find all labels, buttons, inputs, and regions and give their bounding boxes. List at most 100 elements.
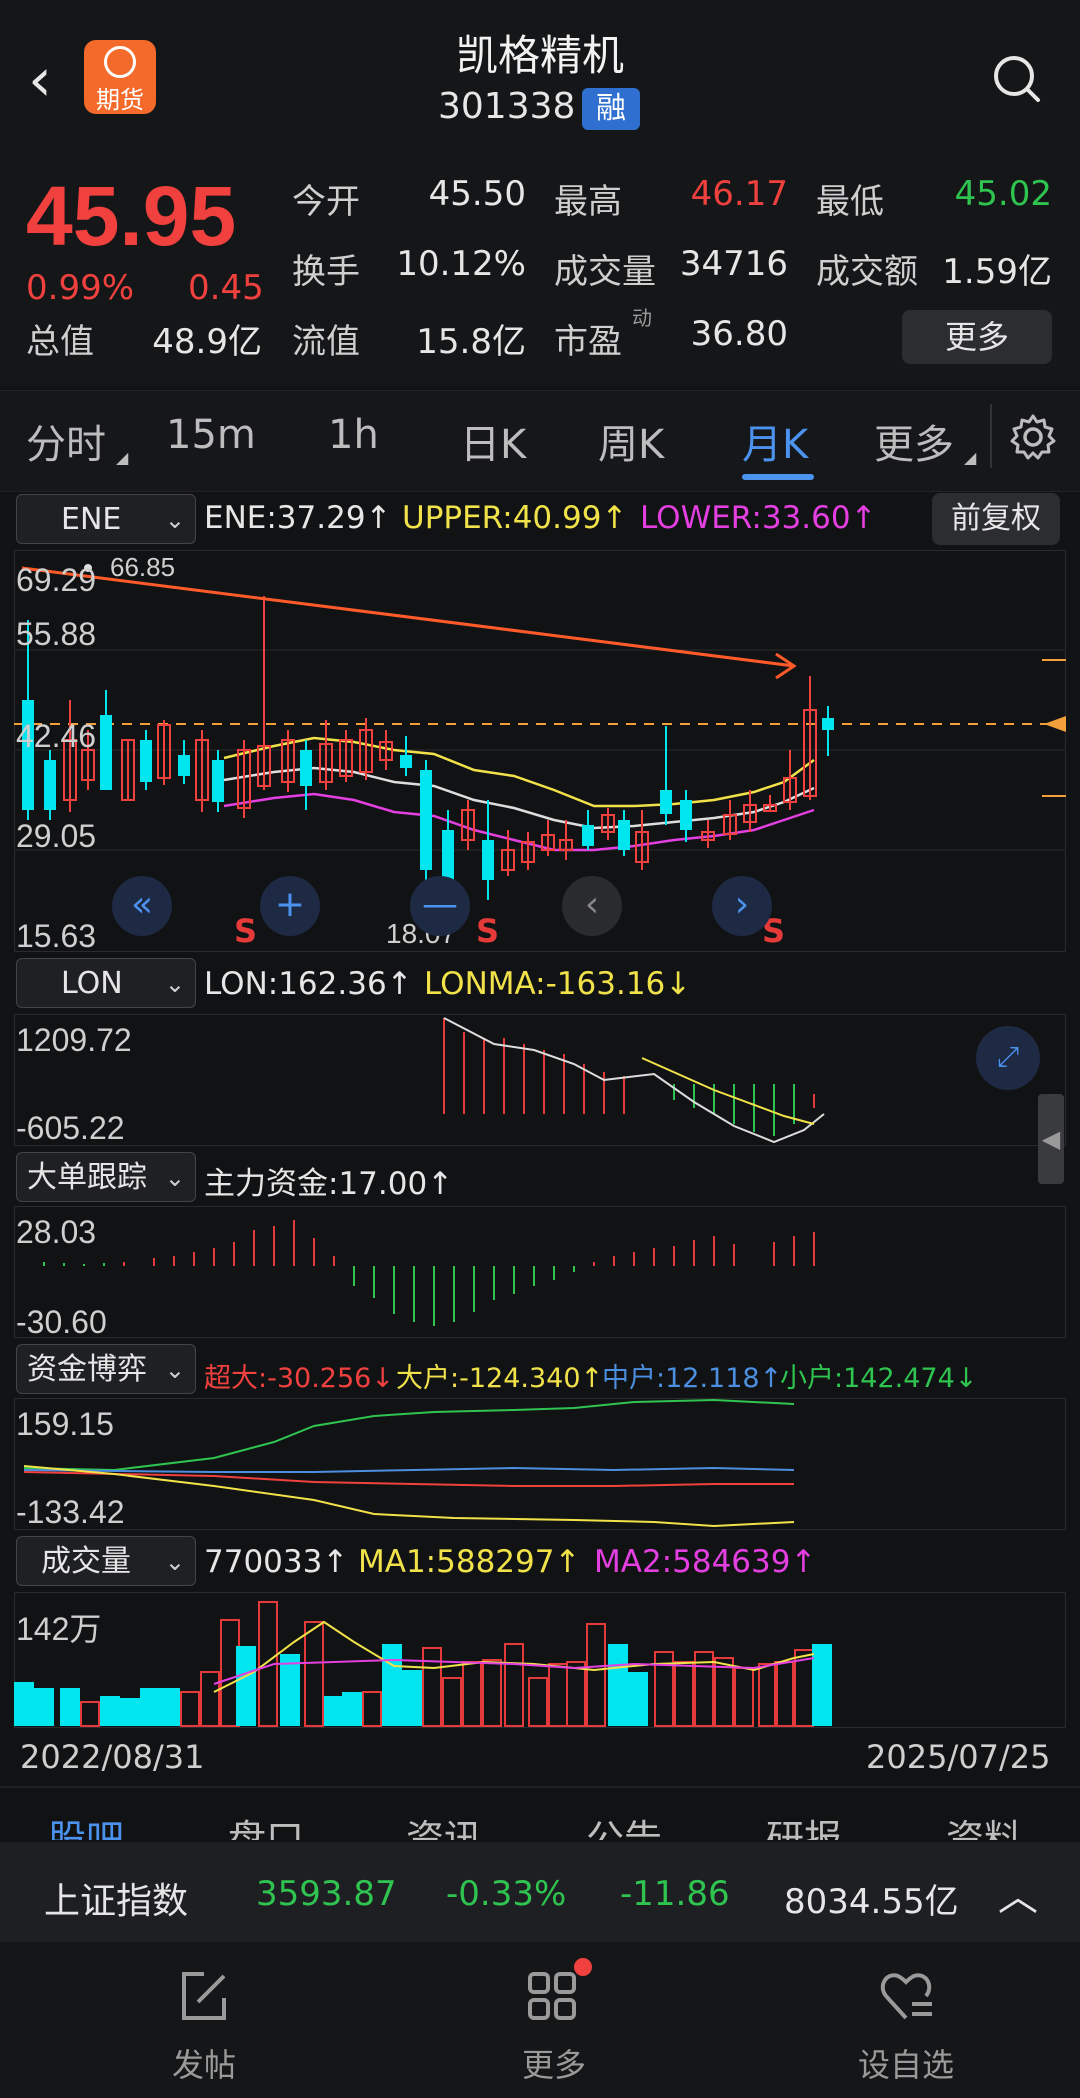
search-icon[interactable] (990, 52, 1042, 104)
low-value: 45.02 (954, 174, 1052, 214)
volume-current: 770033↑ (204, 1544, 349, 1580)
zoom-out-icon[interactable]: — (410, 876, 470, 936)
tab-profile[interactable]: 资料 (946, 1808, 1022, 1840)
volume-chart (14, 1601, 832, 1727)
high-mark-label: 66.85 (110, 552, 176, 582)
tab-intraday[interactable]: 分时 (26, 412, 106, 470)
gear-icon[interactable] (1008, 412, 1058, 462)
tab-announcement[interactable]: 公告 (586, 1808, 662, 1840)
pe-dynamic-mark: 动 (632, 306, 652, 330)
pe-label: 市盈 (554, 322, 622, 362)
grid-icon[interactable] (522, 1966, 582, 2026)
fund-game-chart (23, 1398, 795, 1528)
lon-axis-bottom: -605.22 (16, 1110, 125, 1146)
ene-axis-2: 55.88 (16, 616, 97, 652)
content-tabs: 股吧 盘口 资讯 公告 研报 资料 (0, 1790, 1080, 1840)
game-axis-bottom: -133.42 (16, 1494, 125, 1530)
start-date: 2022/08/31 (20, 1738, 205, 1776)
ene-axis-5: 15.63 (16, 918, 97, 954)
big-order-selector[interactable]: 大单跟踪 ⌄ (16, 1152, 196, 1202)
volume-label: 成交量 (554, 252, 656, 292)
tab-weekly[interactable]: 周K (598, 412, 664, 470)
fund-game-selector[interactable]: 资金博弈 ⌄ (16, 1344, 196, 1394)
ene-axis-4: 29.05 (16, 818, 97, 854)
active-tab-indicator (742, 474, 814, 480)
big-order-chart (43, 1220, 815, 1326)
nav-watchlist[interactable]: 设自选 (826, 2040, 986, 2086)
heart-list-icon[interactable] (876, 1966, 936, 2026)
chevron-right-icon[interactable]: › (712, 876, 772, 936)
more-quote-button[interactable]: 更多 (902, 310, 1052, 364)
ene-selector[interactable]: ENE ⌄ (16, 494, 196, 544)
amount-value: 1.59亿 (942, 252, 1052, 292)
total-cap-value: 48.9亿 (152, 322, 262, 362)
turnover-value: 10.12% (396, 244, 526, 284)
sell-signal-2: S (476, 912, 500, 950)
open-label: 今开 (292, 182, 360, 222)
tab-guba[interactable]: 股吧 (48, 1808, 124, 1840)
float-cap-label: 流值 (292, 322, 360, 362)
chevron-down-icon: ⌄ (164, 506, 185, 534)
tab-divider (990, 404, 992, 468)
last-price: 45.95 (26, 169, 237, 263)
ene-axis-3: 42.46 (16, 718, 97, 754)
rewind-icon[interactable]: « (112, 876, 172, 936)
stock-code: 301338 (438, 86, 576, 127)
amount-label: 成交额 (816, 252, 918, 292)
low-label: 最低 (816, 182, 884, 222)
nav-post[interactable]: 发帖 (124, 2040, 284, 2086)
fullscreen-icon[interactable]: ⤢ (976, 1026, 1040, 1090)
lon-axis-top: 1209.72 (16, 1022, 132, 1058)
chevron-down-icon: ⌄ (164, 970, 185, 998)
lon-selector[interactable]: LON ⌄ (16, 958, 196, 1008)
volume-value: 34716 (679, 244, 788, 284)
big-axis-top: 28.03 (16, 1214, 97, 1250)
main-capital-value: 主力资金:17.00↑ (204, 1166, 454, 1202)
adjust-button[interactable]: 前复权 (932, 493, 1060, 545)
open-value: 45.50 (428, 174, 526, 214)
volume-selector[interactable]: 成交量 ⌄ (16, 1536, 196, 1586)
lon-value: LON:162.36↑ (204, 966, 413, 1002)
kline-chart (14, 564, 1066, 900)
tab-monthly[interactable]: 月K (742, 412, 808, 470)
float-cap-value: 15.8亿 (416, 322, 526, 362)
end-date: 2025/07/25 (866, 1738, 1051, 1776)
ene-axis-1: 69.29 (16, 562, 97, 598)
high-label: 最高 (554, 182, 622, 222)
tab-intraday-caret-icon: ◢ (116, 448, 129, 467)
index-amount: 8034.55亿 (784, 1882, 959, 1922)
ene-upper: UPPER:40.99↑ (402, 500, 628, 536)
notification-dot (574, 1958, 592, 1976)
zoom-in-icon[interactable]: + (260, 876, 320, 936)
chevron-up-icon[interactable]: ︿ (998, 1864, 1038, 1922)
change-amount: 0.45 (188, 268, 264, 308)
volume-ma2: MA2:584639↑ (594, 1544, 817, 1580)
side-drawer-handle-icon[interactable]: ◀ (1038, 1094, 1064, 1184)
nav-more[interactable]: 更多 (474, 2040, 634, 2086)
tab-15m[interactable]: 15m (166, 412, 256, 458)
ene-lower: LOWER:33.60↑ (640, 500, 877, 536)
small-value: 小户:142.474↓ (780, 1363, 978, 1394)
pe-value: 36.80 (690, 314, 788, 354)
super-large-value: 超大:-30.256↓ (204, 1363, 394, 1394)
volume-axis-top: 142万 (16, 1611, 102, 1647)
tab-1h[interactable]: 1h (328, 412, 379, 458)
sell-signal-1: S (234, 912, 258, 950)
tab-more[interactable]: 更多 (874, 412, 954, 470)
tab-more-caret-icon: ◢ (964, 448, 977, 467)
index-pct: -0.33% (446, 1874, 567, 1914)
index-value: 3593.87 (256, 1874, 397, 1914)
change-percent: 0.99% (26, 268, 135, 308)
post-icon[interactable] (174, 1966, 234, 2026)
index-name: 上证指数 (44, 1881, 189, 1922)
tab-news[interactable]: 资讯 (406, 1808, 482, 1840)
tab-pankou[interactable]: 盘口 (228, 1808, 304, 1840)
chevron-down-icon: ⌄ (164, 1356, 185, 1384)
ene-value: ENE:37.29↑ (204, 500, 392, 536)
tab-research[interactable]: 研报 (766, 1808, 842, 1840)
chevron-down-icon: ⌄ (164, 1164, 185, 1192)
turnover-label: 换手 (292, 252, 360, 292)
tab-daily[interactable]: 日K (460, 412, 526, 470)
game-axis-top: 159.15 (16, 1406, 114, 1442)
chevron-left-icon[interactable]: ‹ (562, 876, 622, 936)
